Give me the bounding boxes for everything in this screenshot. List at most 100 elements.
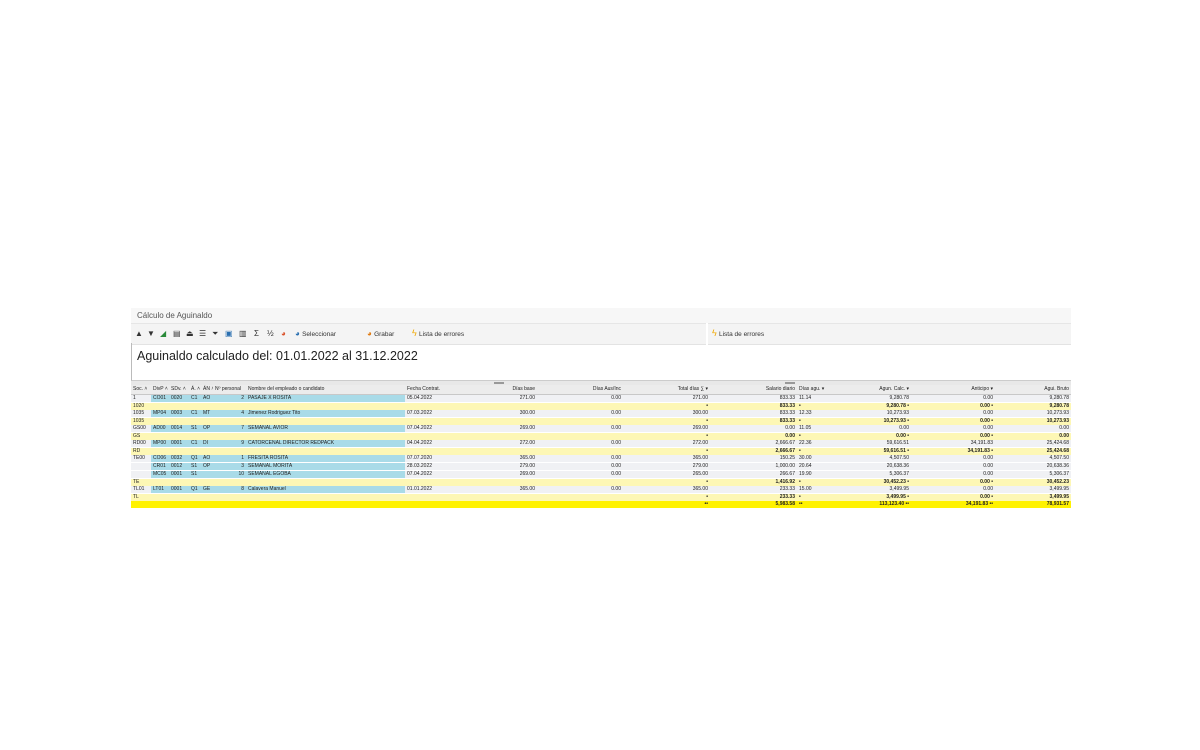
cell-salario: 5,983.58 xyxy=(710,500,797,508)
cell-agu-calc: 30,452.23 • xyxy=(827,478,911,486)
sort-ascending-icon[interactable]: ▲ xyxy=(135,328,143,339)
cell-dias-base: 365.00 xyxy=(465,454,537,463)
cell-a: Q1 xyxy=(189,454,201,463)
seleccionar-label: Seleccionar xyxy=(302,331,337,338)
filter-list-icon[interactable]: ☰ xyxy=(199,328,206,339)
print-icon[interactable]: ⏏ xyxy=(186,328,194,339)
select-icon: ◕ xyxy=(295,329,300,338)
cell-divp: AD00 xyxy=(151,424,169,433)
splitter-bar[interactable] xyxy=(131,381,1071,385)
lista-errores-right-button[interactable]: ϟ Lista de errores xyxy=(712,328,764,339)
table-row[interactable]: MC05 0001 S1 10 SEMANAL EGOBA 07.04.2022 269.0… xyxy=(131,470,1071,479)
subtotal-row[interactable]: TE • 1,416.92 • 30,452.23 • 0.00 • 30,452.23 xyxy=(131,478,1071,486)
subtotal-row[interactable]: RD • 2,666.67 • 59,616.51 • 34,191.83 • 25,424… xyxy=(131,447,1071,455)
cell-dias-aus: 0.00 xyxy=(537,470,623,479)
cell-agu-calc: 4,507.50 xyxy=(827,454,911,463)
col-header-total-dias[interactable]: Total días ∑ ▾ xyxy=(623,385,710,395)
cell-sdv: 0001 xyxy=(169,470,189,479)
cell-total-dias: • xyxy=(623,493,710,501)
subtotal-row[interactable]: 1035 • 833.33 • 10,273.93 • 0.00 • 10,273.93 xyxy=(131,417,1071,425)
lightning-icon: ϟ xyxy=(712,328,717,338)
table-row[interactable]: 1035 MP04 0003 C1 MT 4 Jimenez Rodriguez Tito 0… xyxy=(131,409,1071,418)
cell-agu-bruto: 3,499.95 xyxy=(995,485,1071,494)
cell-dias-aus xyxy=(537,447,623,455)
col-header-dias-aus[interactable]: Días Aus/Inc xyxy=(537,385,623,395)
cell-total-dias: 365.00 xyxy=(623,485,710,494)
secondary-toolbar: ϟ Lista de errores xyxy=(708,323,1071,345)
cell-agu-bruto: 0.00 xyxy=(995,424,1071,433)
col-header-agu-bruto[interactable]: Agui. Bruto xyxy=(995,385,1071,395)
col-header-anticipo[interactable]: Anticipo ▾ xyxy=(911,385,995,395)
cell-total-dias: • xyxy=(623,478,710,486)
aguinaldo-table: Soc. ˄ DivP ˄ SDv. ˄ Á. ˄ ÁN ˄ Nº person… xyxy=(131,385,1071,508)
report-header: Aguinaldo calculado del: 01.01.2022 al 3… xyxy=(131,343,1071,381)
layout-icon[interactable]: ▥ xyxy=(239,328,247,339)
cell-dias-aus: 0.00 xyxy=(537,409,623,418)
seleccionar-button[interactable]: ◕ Seleccionar xyxy=(295,328,336,339)
col-header-agu-calc[interactable]: Agun. Calc. ▾ xyxy=(827,385,911,395)
cell-dias-agu: 19.90 xyxy=(797,470,827,479)
subtotal-row[interactable]: TL • 233.33 • 3,499.95 • 0.00 • 3,499.95 xyxy=(131,493,1071,501)
cell-dias-agu: 11.14 xyxy=(797,394,827,403)
cell-dias-aus xyxy=(537,432,623,440)
sort-descending-icon[interactable]: ▼ xyxy=(147,328,155,339)
table-row[interactable]: TE00 CO06 0032 Q1 AO 1 FRESITA ROSITA 07.07.202… xyxy=(131,454,1071,463)
cell-total-dias: 272.00 xyxy=(623,439,710,448)
cell-soc: TE00 xyxy=(131,454,151,463)
cell-sdv: 0001 xyxy=(169,485,189,494)
subtotal-row[interactable]: 1020 • 833.33 • 9,280.78 • 0.00 • 9,280.78 xyxy=(131,402,1071,410)
col-header-soc[interactable]: Soc. ˄ xyxy=(131,385,151,395)
cell-anticipo: 34,191.83 xyxy=(911,439,995,448)
col-header-sdv[interactable]: SDv. ˄ xyxy=(169,385,189,395)
cell-nper: 8 xyxy=(213,485,246,494)
export-icon[interactable]: ▣ xyxy=(225,328,233,339)
cell-dias-base xyxy=(465,478,537,486)
col-header-salario[interactable]: Salario diario xyxy=(710,385,797,395)
col-header-nombre[interactable]: Nombre del empleado o candidato xyxy=(246,385,405,395)
cell-salario: 0.00 xyxy=(710,432,797,440)
splitter-grip[interactable] xyxy=(785,382,795,384)
cell-soc: TL xyxy=(131,493,151,501)
subtotal-row[interactable]: GS • 0.00 • 0.00 • 0.00 • 0.00 xyxy=(131,432,1071,440)
cell-sdv: 0032 xyxy=(169,454,189,463)
details-icon[interactable]: ▤ xyxy=(173,328,181,339)
cell-divp: MP04 xyxy=(151,409,169,418)
col-header-dias-base[interactable]: Días base xyxy=(465,385,537,395)
cell-fecha xyxy=(405,447,465,455)
lista-errores-label: Lista de errores xyxy=(419,331,465,338)
col-header-fecha[interactable]: Fecha Contrat. xyxy=(405,385,465,395)
cell-salario: 2,666.67 xyxy=(710,439,797,448)
subtotal-icon[interactable]: ½ xyxy=(267,328,274,339)
table-row[interactable]: TL01 LT01 0001 Q1 GE 8 Calavera Manuel 01.01.20… xyxy=(131,485,1071,494)
col-header-an[interactable]: ÁN ˄ xyxy=(201,385,213,395)
cell-soc: TL01 xyxy=(131,485,151,494)
table-row[interactable]: RD00 MP00 0001 C1 DI 9 CATORCENAL DIRECTOR RED… xyxy=(131,439,1071,448)
total-row[interactable]: •• 5,983.58 •• 113,123.40 •• 34,191.83 •• 78,… xyxy=(131,500,1071,508)
table-row[interactable]: 1 CO01 0020 C1 AO 2 PASAJE X ROSITA 05.04.2022 2… xyxy=(131,394,1071,403)
cell-anticipo: 0.00 xyxy=(911,394,995,403)
cell-sdv: 0020 xyxy=(169,394,189,403)
color-icon[interactable]: ◕ xyxy=(281,328,286,339)
save-icon: ◕ xyxy=(367,329,372,338)
filter-icon[interactable]: ⏷ xyxy=(212,328,218,339)
splitter-grip[interactable] xyxy=(494,382,504,384)
cell-nper: 1 xyxy=(213,454,246,463)
lista-errores-button[interactable]: ϟ Lista de errores xyxy=(412,328,464,339)
col-header-nper[interactable]: Nº personal xyxy=(213,385,246,395)
cell-nper xyxy=(213,402,246,410)
cell-dias-aus xyxy=(537,500,623,508)
cell-soc: RD xyxy=(131,447,151,455)
cell-an xyxy=(201,470,213,479)
grabar-button[interactable]: ◕ Grabar xyxy=(367,328,394,339)
cell-divp: CO06 xyxy=(151,454,169,463)
col-header-a[interactable]: Á. ˄ xyxy=(189,385,201,395)
table-row[interactable]: GS00 AD00 0014 S1 OP 7 SEMANAL AVIOR 07.04.2022… xyxy=(131,424,1071,433)
cell-dias-aus xyxy=(537,417,623,425)
col-header-dias-agu[interactable]: Días agu. ▾ xyxy=(797,385,827,395)
table-row[interactable]: CR01 0012 S1 OP 3 SEMANAL MORITA 28.03.2022 279… xyxy=(131,462,1071,471)
sum-icon[interactable]: Σ xyxy=(254,328,259,339)
cell-a: S1 xyxy=(189,470,201,479)
chart-icon[interactable]: ◢ xyxy=(160,328,166,339)
cell-nper xyxy=(213,478,246,486)
col-header-divp[interactable]: DivP ˄ xyxy=(151,385,169,395)
